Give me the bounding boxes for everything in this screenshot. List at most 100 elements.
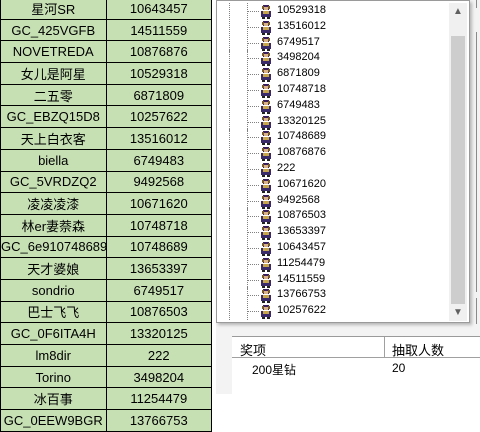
participant-id-cell[interactable]: 10876503: [105, 300, 212, 324]
participant-name-cell[interactable]: GC_425VGFB: [0, 18, 107, 42]
tree-node[interactable]: 10643457: [217, 240, 449, 257]
participant-id-cell[interactable]: 10671620: [105, 192, 212, 215]
participant-name-cell[interactable]: 巴士飞飞: [0, 300, 107, 324]
tree-branch-line: [247, 58, 259, 60]
participant-table: 星河SR 10643457 GC_425VGFB 14511559 NOVETREDA 1…: [0, 0, 212, 432]
scroll-down-arrow[interactable]: ▼: [449, 304, 467, 321]
participant-name-cell[interactable]: GC_6e910748689: [0, 235, 107, 259]
scroll-thumb[interactable]: [451, 36, 465, 304]
participant-name-cell[interactable]: lm8dir: [0, 344, 107, 367]
prize-table-header: 奖项 抽取人数: [232, 337, 480, 358]
user-avatar-icon: [259, 241, 273, 256]
tree-node[interactable]: 6871809: [217, 66, 449, 84]
participant-id-cell[interactable]: 13766753: [105, 409, 212, 432]
tree-node-label: 10257622: [277, 304, 326, 317]
tree-node[interactable]: 222: [217, 161, 449, 178]
tree-guide-line: [229, 129, 230, 147]
participant-name-cell[interactable]: 天才婆娘: [0, 257, 107, 280]
participant-id-cell[interactable]: 6749517: [105, 278, 212, 302]
tree-node-label: 13766753: [277, 288, 326, 301]
prize-row[interactable]: 200星钻 20: [232, 359, 480, 379]
participant-id-cell[interactable]: 13516012: [105, 127, 212, 150]
tree-node[interactable]: 14511559: [217, 271, 449, 289]
tree-node[interactable]: 10529318: [217, 3, 449, 20]
vertical-scrollbar[interactable]: ▲ ▼: [449, 3, 467, 321]
participant-name-cell[interactable]: 二五零: [0, 83, 107, 107]
sheet-row: lm8dir 222: [0, 344, 212, 367]
tree-branch-line: [247, 200, 259, 202]
tree-node[interactable]: 13653397: [217, 224, 449, 242]
header-prize[interactable]: 奖项: [240, 340, 266, 359]
header-count[interactable]: 抽取人数: [392, 340, 444, 359]
participant-id-cell[interactable]: 10748689: [105, 235, 212, 259]
edge-line: [476, 32, 477, 292]
participant-name-cell[interactable]: GC_EBZQ15D8: [0, 105, 107, 129]
participant-id-cell[interactable]: 6871809: [105, 83, 212, 107]
sheet-row: 二五零 6871809: [0, 83, 212, 107]
participant-name-cell[interactable]: Torino: [0, 365, 107, 389]
participant-id-cell[interactable]: 10876876: [105, 40, 212, 64]
participant-id-cell[interactable]: 10257622: [105, 105, 212, 129]
participant-tree[interactable]: 10529318 13516012 6749517 3498204 6871809 107…: [217, 3, 449, 321]
user-avatar-icon: [259, 83, 273, 98]
spreadsheet-grid: 星河SR 10643457 GC_425VGFB 14511559 NOVETREDA 1…: [0, 0, 212, 432]
participant-name-cell[interactable]: GC_0F6ITA4H: [0, 322, 107, 345]
participant-name-cell[interactable]: GC_5VRDZQ2: [0, 170, 107, 194]
tree-node-label: 3498204: [277, 51, 320, 64]
participant-id-cell[interactable]: 13320125: [105, 322, 212, 345]
scroll-up-arrow[interactable]: ▲: [449, 3, 467, 20]
participant-id-cell[interactable]: 14511559: [105, 18, 212, 42]
participant-id-cell[interactable]: 13653397: [105, 257, 212, 280]
participant-id-cell[interactable]: 9492568: [105, 170, 212, 194]
user-avatar-icon: [259, 194, 273, 209]
edge-line: [476, 0, 477, 8]
sheet-row: NOVETREDA 10876876: [0, 40, 212, 64]
tree-node[interactable]: 10748718: [217, 82, 449, 99]
tree-node[interactable]: 10748689: [217, 129, 449, 147]
user-avatar-icon: [259, 36, 273, 51]
sheet-row: 凌凌凌漆 10671620: [0, 192, 212, 215]
participant-name-cell[interactable]: 星河SR: [0, 0, 107, 20]
tree-node[interactable]: 6749483: [217, 97, 449, 115]
participant-id-cell[interactable]: 10748718: [105, 213, 212, 237]
tree-node-label: 10671620: [277, 177, 326, 190]
tree-node[interactable]: 13766753: [217, 287, 449, 305]
tree-branch-line: [247, 121, 259, 123]
tree-guide-line: [229, 224, 230, 242]
participant-name-cell[interactable]: NOVETREDA: [0, 40, 107, 64]
header-separator[interactable]: [384, 337, 385, 357]
sheet-row: GC_EBZQ15D8 10257622: [0, 105, 212, 129]
participant-name-cell[interactable]: GC_0EEW9BGR: [0, 409, 107, 432]
tree-branch-line: [247, 184, 259, 186]
participant-name-cell[interactable]: sondrio: [0, 278, 107, 302]
participant-name-cell[interactable]: biella: [0, 148, 107, 172]
user-avatar-icon: [259, 4, 273, 19]
participant-name-cell[interactable]: 凌凌凌漆: [0, 192, 107, 215]
participant-id-cell[interactable]: 11254479: [105, 387, 212, 411]
sheet-row: 巴士飞飞 10876503: [0, 300, 212, 324]
participant-name-cell[interactable]: 冰百事: [0, 387, 107, 411]
tree-node[interactable]: 13320125: [217, 113, 449, 131]
participant-id-cell[interactable]: 10529318: [105, 62, 212, 85]
tree-node[interactable]: 9492568: [217, 192, 449, 210]
tree-node[interactable]: 6749517: [217, 34, 449, 52]
tree-node[interactable]: 10876876: [217, 145, 449, 163]
tree-node[interactable]: 10671620: [217, 176, 449, 194]
sheet-row: GC_0EEW9BGR 13766753: [0, 409, 212, 432]
participant-id-cell[interactable]: 10643457: [105, 0, 212, 20]
participant-id-cell[interactable]: 3498204: [105, 365, 212, 389]
tree-node[interactable]: 3498204: [217, 50, 449, 68]
tree-guide-line: [229, 82, 230, 99]
tree-branch-line: [247, 263, 259, 265]
tree-node[interactable]: 10876503: [217, 208, 449, 226]
tree-node[interactable]: 11254479: [217, 255, 449, 273]
tree-node[interactable]: 13516012: [217, 18, 449, 36]
participant-id-cell[interactable]: 6749483: [105, 148, 212, 172]
tree-guide-line: [229, 66, 230, 84]
participant-name-cell[interactable]: 女儿是阿星: [0, 62, 107, 85]
tree-node[interactable]: 10257622: [217, 303, 449, 321]
participant-name-cell[interactable]: 林er妻萘森: [0, 213, 107, 237]
participant-id-cell[interactable]: 222: [105, 344, 212, 367]
participant-name-cell[interactable]: 天上白衣客: [0, 127, 107, 150]
user-avatar-icon: [259, 20, 273, 35]
